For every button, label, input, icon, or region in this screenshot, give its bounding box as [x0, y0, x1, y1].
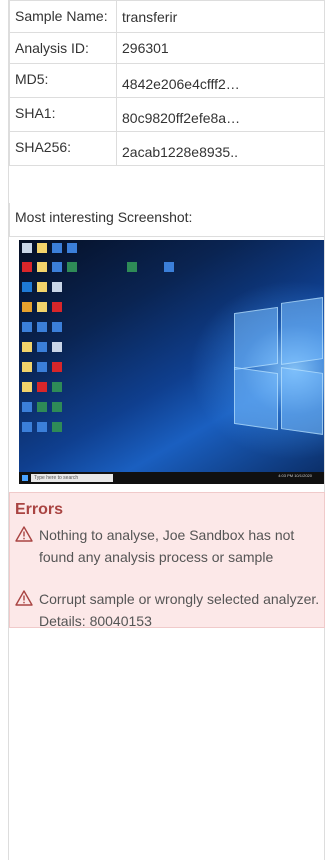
- document-icon: [52, 342, 62, 352]
- pdf-app-icon: [22, 262, 32, 272]
- spreadsheet-icon: [67, 262, 77, 272]
- warning-icon: [15, 526, 33, 542]
- document-icon: [37, 322, 47, 332]
- md5-label: MD5:: [9, 63, 117, 98]
- spreadsheet-icon: [52, 402, 62, 412]
- folder-icon: [37, 243, 47, 253]
- sample-name-label: Sample Name:: [9, 0, 117, 33]
- spreadsheet-icon: [52, 382, 62, 392]
- windows-logo-pane: [234, 366, 278, 431]
- md5-value: 4842e206e4cfff2…: [116, 63, 325, 98]
- windows-logo-pane: [281, 297, 323, 365]
- document-icon: [67, 243, 77, 253]
- sha1-value: 80c9820ff2efe8a…: [116, 97, 325, 132]
- start-icon: [22, 475, 28, 481]
- pdf-icon: [37, 382, 47, 392]
- folder-icon: [22, 342, 32, 352]
- document-icon: [164, 262, 174, 272]
- sample-name-value: transferir: [116, 0, 325, 33]
- document-icon: [52, 243, 62, 253]
- taskbar-clock: 4:03 PM 10/1/2020: [278, 473, 312, 478]
- sha256-value: 2acab1228e8935..: [116, 131, 325, 166]
- folder-icon: [37, 282, 47, 292]
- warning-icon: [15, 590, 33, 606]
- spreadsheet-icon: [52, 422, 62, 432]
- errors-panel: Errors Nothing to analyse, Joe Sandbox h…: [9, 492, 325, 629]
- sha1-row: SHA1: 80c9820ff2efe8a…: [9, 97, 325, 132]
- sha256-row: SHA256: 2acab1228e8935..: [9, 131, 325, 166]
- document-icon: [22, 402, 32, 412]
- analysis-id-row: Analysis ID: 296301: [9, 32, 325, 64]
- recycle-bin-icon: [22, 243, 32, 253]
- document-icon: [37, 422, 47, 432]
- errors-title: Errors: [15, 501, 64, 518]
- windows-logo-pane: [281, 367, 323, 435]
- document-icon: [37, 342, 47, 352]
- folder-icon: [37, 262, 47, 272]
- sha256-label: SHA256:: [9, 131, 117, 166]
- screenshot-image[interactable]: Type here to search 4:03 PM 10/1/2020: [19, 240, 324, 484]
- spreadsheet-icon: [127, 262, 137, 272]
- taskbar-search: Type here to search: [31, 474, 113, 482]
- taskbar: Type here to search 4:03 PM 10/1/2020: [19, 472, 324, 484]
- folder-icon: [37, 302, 47, 312]
- browser-icon: [22, 282, 32, 292]
- document-icon: [22, 322, 32, 332]
- document-icon: [37, 362, 47, 372]
- document-icon: [22, 422, 32, 432]
- error-text: Nothing to analyse, Joe Sandbox has not …: [39, 527, 295, 565]
- document-icon: [52, 262, 62, 272]
- pdf-icon: [52, 362, 62, 372]
- pdf-icon: [52, 302, 62, 312]
- sha1-label: SHA1:: [9, 97, 117, 132]
- chrome-icon: [22, 302, 32, 312]
- folder-icon: [22, 382, 32, 392]
- folder-icon: [22, 362, 32, 372]
- analysis-id-label: Analysis ID:: [9, 32, 117, 64]
- error-text: Corrupt sample or wrongly selected analy…: [39, 591, 320, 629]
- spreadsheet-icon: [37, 402, 47, 412]
- document-icon: [52, 282, 62, 292]
- md5-row: MD5: 4842e206e4cfff2…: [9, 63, 325, 98]
- analysis-id-value: 296301: [116, 32, 325, 64]
- sample-info-table: Sample Name: transferir Analysis ID: 296…: [9, 0, 325, 166]
- screenshot-label: Most interesting Screenshot:: [9, 203, 325, 237]
- document-icon: [52, 322, 62, 332]
- windows-logo-pane: [234, 306, 278, 371]
- sample-name-row: Sample Name: transferir: [9, 0, 325, 33]
